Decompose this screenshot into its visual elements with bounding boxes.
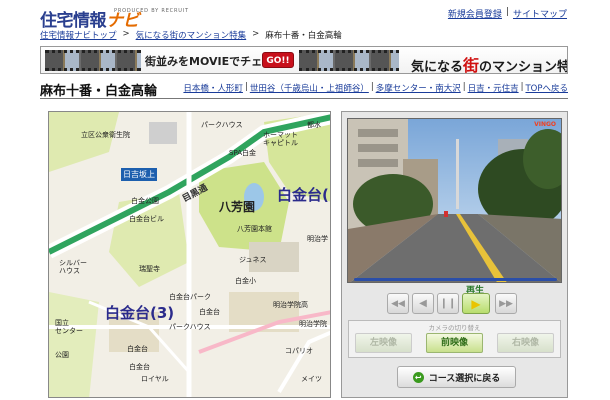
map-label: 明治学 bbox=[307, 235, 328, 243]
breadcrumb-feature[interactable]: 気になる街のマンション特集 bbox=[136, 29, 247, 41]
map-label: 八芳園本館 bbox=[237, 225, 272, 233]
step-back-button[interactable]: ◀ bbox=[412, 293, 434, 314]
map-label: 白金小 bbox=[235, 277, 256, 285]
register-link[interactable]: 新規会員登録 bbox=[448, 7, 502, 20]
map-label: 白金台 bbox=[129, 363, 150, 371]
banner-title: 気になる街のマンション特集 bbox=[411, 52, 567, 74]
logo-text: 住宅情報 bbox=[40, 11, 107, 31]
map-label: 白金公園 bbox=[131, 197, 159, 205]
area-link-tama[interactable]: 多摩センター・南大沢 bbox=[376, 82, 461, 94]
link-separator: | bbox=[505, 7, 509, 17]
camera-switcher-title: カメラの切り替え bbox=[428, 324, 481, 332]
divider bbox=[40, 98, 568, 99]
map-label: ロイヤル bbox=[141, 375, 169, 383]
banner-title-pre: 気になる bbox=[411, 60, 464, 74]
map-label: ハウス bbox=[59, 267, 80, 275]
map-label: 瑞聖寺 bbox=[139, 265, 160, 273]
map-label: 公園 bbox=[55, 351, 69, 359]
pause-icon: ❙❙ bbox=[439, 298, 457, 309]
map-label: 明治学院高 bbox=[273, 301, 308, 309]
camera-front-button[interactable]: 前映像 bbox=[426, 333, 483, 353]
area-nav-sep: | bbox=[370, 82, 374, 92]
map-label: メイツ bbox=[301, 375, 322, 383]
breadcrumb-top[interactable]: 住宅情報ナビトップ bbox=[40, 29, 117, 41]
movie-banner[interactable]: 街並みをMOVIEでチェック！ GO!! 気になる街のマンション特集 bbox=[40, 46, 568, 74]
map-label: 立区公衆衛生院 bbox=[81, 131, 130, 139]
camera-switcher: カメラの切り替え 左映像 前映像 右映像 bbox=[348, 320, 561, 358]
fast-forward-button[interactable]: ▶▶ bbox=[495, 293, 517, 314]
sitemap-link[interactable]: サイトマップ bbox=[513, 7, 567, 20]
breadcrumb: 住宅情報ナビトップ > 気になる街のマンション特集 > 麻布十番・白金高輪 bbox=[40, 29, 342, 41]
map-label: キャピトル bbox=[263, 139, 298, 147]
breadcrumb-current: 麻布十番・白金高輪 bbox=[265, 31, 342, 41]
area-link-nihonbashi[interactable]: 日本橋・人形町 bbox=[183, 82, 243, 94]
map-label: 白金台 bbox=[199, 308, 220, 316]
area-link-top[interactable]: TOPへ戻る bbox=[525, 82, 568, 94]
banner-title-accent: 街 bbox=[463, 56, 480, 74]
map-label: コパリオ bbox=[285, 347, 313, 355]
video-brand-logo: VINGO bbox=[534, 121, 556, 128]
fast-forward-icon: ▶▶ bbox=[499, 298, 513, 309]
breadcrumb-sep: > bbox=[122, 29, 130, 39]
rewind-icon: ◀◀ bbox=[391, 298, 405, 309]
area-map[interactable]: 立区公衆衛生院 パークハウス 都水 SPA白金 ホーマット キャピトル 白金公園… bbox=[48, 111, 331, 398]
map-district-label: 白金台( bbox=[277, 186, 329, 204]
play-button[interactable]: ▶ bbox=[462, 293, 490, 314]
map-district-label: 白金台(3) bbox=[105, 304, 175, 322]
area-nav-sep: | bbox=[244, 82, 248, 92]
map-label: SPA白金 bbox=[229, 149, 257, 157]
area-nav: 日本橋・人形町 | 世田谷（千歳烏山・上祖師谷） | 多摩センター・南大沢 | … bbox=[183, 82, 568, 94]
area-link-setagaya[interactable]: 世田谷（千歳烏山・上祖師谷） bbox=[250, 82, 369, 94]
map-label: 明治学院 bbox=[299, 320, 327, 328]
camera-left-button[interactable]: 左映像 bbox=[355, 333, 412, 353]
header-links: 新規会員登録 | サイトマップ bbox=[448, 7, 567, 20]
map-park-label: 八芳園 bbox=[219, 200, 256, 214]
video-panel: VINGO 再生 ◀◀ ◀ ❙❙ ▶ ▶▶ カメラの切り替え 左映像 前映像 右… bbox=[341, 111, 568, 398]
area-nav-sep: | bbox=[462, 82, 466, 92]
pause-button[interactable]: ❙❙ bbox=[437, 293, 459, 314]
map-label: 白金台 bbox=[127, 345, 148, 353]
play-icon: ▶ bbox=[471, 296, 481, 311]
street-video[interactable]: VINGO bbox=[347, 118, 562, 283]
map-station-label: 日吉坂上 bbox=[121, 168, 157, 181]
area-link-hiyoshi[interactable]: 日吉・元住吉 bbox=[468, 82, 519, 94]
breadcrumb-sep: > bbox=[252, 29, 260, 39]
go-button[interactable]: GO!! bbox=[262, 52, 294, 68]
street-view-image bbox=[348, 119, 561, 282]
map-label: パークハウス bbox=[169, 323, 211, 331]
back-arrow-icon: ↩ bbox=[412, 371, 424, 383]
camera-right-button[interactable]: 右映像 bbox=[497, 333, 554, 353]
map-label: 都水 bbox=[307, 121, 321, 129]
area-nav-sep: | bbox=[520, 82, 524, 92]
map-label: 白金台パーク bbox=[169, 293, 211, 301]
area-title: 麻布十番・白金高輪 bbox=[40, 84, 158, 99]
back-to-course-button[interactable]: ↩ コース選択に戻る bbox=[397, 366, 516, 388]
film-strip-image bbox=[45, 50, 141, 71]
banner-title-post: のマンション特集 bbox=[479, 60, 567, 74]
map-label: 白金台ビル bbox=[129, 215, 164, 223]
logo-subtitle: PRODUCED BY RECRUIT bbox=[114, 8, 189, 14]
film-strip-image bbox=[299, 50, 399, 71]
map-label: センター bbox=[55, 327, 83, 335]
map-label: パークハウス bbox=[201, 121, 243, 129]
logo-navi: ナビ bbox=[106, 11, 140, 31]
step-back-icon: ◀ bbox=[419, 298, 427, 309]
video-progress-bar[interactable] bbox=[354, 278, 557, 281]
map-label: ジュネス bbox=[239, 256, 267, 264]
rewind-button[interactable]: ◀◀ bbox=[387, 293, 409, 314]
back-to-course-label: コース選択に戻る bbox=[428, 373, 501, 384]
